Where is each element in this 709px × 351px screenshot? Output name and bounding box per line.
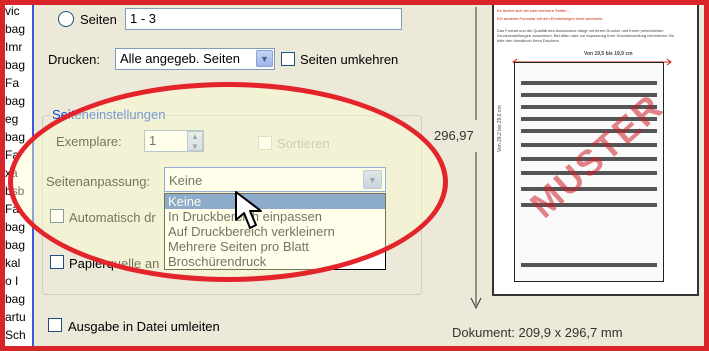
collate-label: Sortieren: [277, 136, 330, 151]
background-text-line: bag: [5, 94, 26, 108]
pages-radio[interactable]: [58, 11, 74, 27]
copies-label: Exemplare:: [56, 134, 122, 149]
background-text-line: Fa: [5, 202, 20, 216]
scaling-label: Seitenanpassung:: [46, 174, 151, 189]
scaling-select[interactable]: Keine: [164, 167, 386, 192]
background-text-line: bag: [5, 220, 26, 234]
print-select[interactable]: Alle angegeb. Seiten: [115, 48, 275, 70]
print-preview-pane: 296,97 Es ändert sich ein oder mehrere S…: [430, 0, 709, 351]
print-dialog: Seiten 1 - 3 Drucken: Alle angegeb. Seit…: [34, 0, 430, 351]
background-text-line: bsb: [5, 184, 25, 198]
background-text-line: kal: [5, 256, 21, 270]
chevron-down-icon[interactable]: ▼: [363, 170, 382, 189]
background-text-line: Sch: [5, 328, 26, 342]
background-text-line: xa: [5, 166, 18, 180]
preview-dim-label: Von 19,5 bis 19,9 cm: [584, 51, 633, 57]
pages-input[interactable]: 1 - 3: [125, 8, 402, 30]
collate-checkbox[interactable]: [258, 136, 272, 150]
auto-checkbox[interactable]: [50, 209, 64, 223]
background-text-line: Fa: [5, 76, 20, 90]
pages-label: Seiten: [80, 12, 117, 27]
background-text-line: artu: [5, 310, 26, 324]
height-value: 296,97: [434, 128, 474, 143]
scaling-option[interactable]: Keine: [165, 194, 385, 209]
background-text-line: bag: [5, 58, 26, 72]
paper-source-label: Papierquelle an: [69, 256, 160, 271]
preview-side-label: Von 29,2 bis 29,6 cm: [497, 105, 503, 152]
preview-text: Ein anderes Formular mit den Einstellung…: [497, 16, 604, 21]
spinner-icon[interactable]: ▲ ▼: [187, 131, 203, 151]
output-file-checkbox[interactable]: [48, 318, 62, 332]
scaling-option[interactable]: Mehrere Seiten pro Blatt: [165, 239, 385, 254]
background-text-line: bag: [5, 130, 26, 144]
height-arrow: [470, 7, 482, 310]
auto-label: Automatisch dr: [69, 210, 156, 225]
preview-page: Es ändert sich ein oder mehrere Seiten .…: [492, 0, 699, 296]
background-text-line: vic: [5, 4, 20, 18]
background-text-line: o I: [5, 274, 19, 288]
document-size-label: Dokument: 209,9 x 296,7 mm: [452, 325, 623, 340]
background-text-line: bag: [5, 292, 26, 306]
background-text-line: bag: [5, 22, 26, 36]
pointer-arrow-icon: [235, 191, 262, 229]
reverse-pages-label: Seiten umkehren: [300, 52, 399, 67]
print-label: Drucken:: [48, 52, 101, 67]
page-settings-title: Seiteneinstellungen: [50, 107, 168, 122]
output-file-label: Ausgabe in Datei umleiten: [68, 319, 220, 334]
preview-text: Es ändert sich ein oder mehrere Seiten .…: [497, 8, 571, 13]
background-text-line: bag: [5, 238, 26, 252]
scaling-dropdown-list: Keine In Druckbereich einpassen Auf Druc…: [164, 193, 386, 270]
scaling-option[interactable]: In Druckbereich einpassen: [165, 209, 385, 224]
paper-source-checkbox[interactable]: [50, 255, 64, 269]
scaling-option[interactable]: Auf Druckbereich verkleinern: [165, 224, 385, 239]
reverse-pages-checkbox[interactable]: [281, 52, 295, 66]
background-text-line: Fa: [5, 148, 20, 162]
background-document-strip: vic bag Imr bag Fa bag eg bag Fa xa bsb Fa bag bag kal…: [0, 0, 34, 351]
chevron-down-icon[interactable]: ▼: [256, 50, 273, 67]
scaling-option[interactable]: Broschürendruck: [165, 254, 385, 269]
preview-text: bitte den Handbuch Ihres Druckers.: [497, 38, 560, 43]
background-text-line: eg: [5, 112, 19, 126]
background-text-line: Imr: [5, 40, 23, 54]
